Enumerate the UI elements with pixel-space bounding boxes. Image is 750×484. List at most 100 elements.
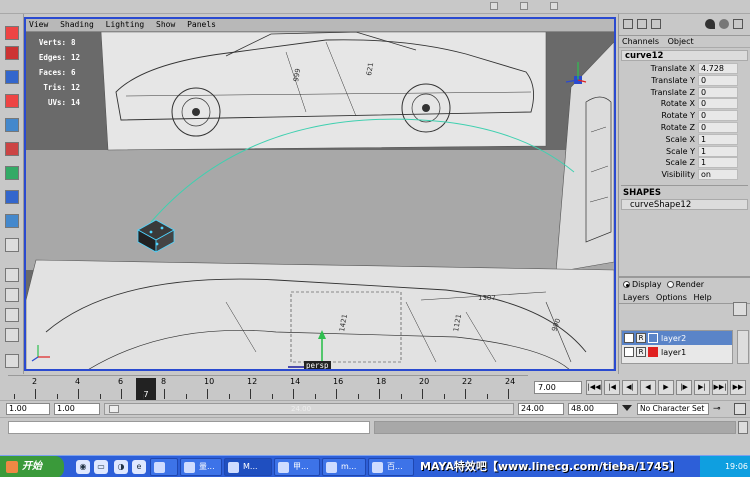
layout-single-icon[interactable] — [5, 268, 19, 282]
folder-icon[interactable]: ▭ — [94, 460, 108, 474]
attr-row[interactable]: Scale Z1 — [619, 157, 750, 169]
layout-four-icon[interactable] — [5, 288, 19, 302]
attr-row[interactable]: Rotate Y0 — [619, 110, 750, 122]
current-frame-field[interactable]: 7.00 — [534, 381, 582, 394]
ie-icon[interactable]: e — [132, 460, 146, 474]
layer-scrollbar[interactable] — [737, 330, 749, 364]
shading-icon[interactable] — [719, 19, 729, 29]
tab-channels[interactable]: Channels — [622, 37, 659, 46]
object-name[interactable]: curve12 — [621, 50, 748, 61]
last-tool-icon[interactable] — [5, 238, 19, 252]
playback-end-field[interactable]: 24.00 — [518, 403, 564, 415]
attr-value[interactable]: 1 — [698, 145, 738, 157]
playback-start-field[interactable]: 1.00 — [54, 403, 100, 415]
display-radio[interactable] — [623, 281, 630, 288]
task-button[interactable]: 甲... — [274, 458, 320, 476]
step-forward-frame-button[interactable]: |▶ — [676, 380, 692, 395]
task-button-maya[interactable]: M... — [224, 458, 272, 476]
status-toggle-icon[interactable] — [550, 2, 558, 10]
attr-value[interactable]: on — [698, 169, 738, 181]
tab-object[interactable]: Object — [668, 37, 694, 46]
play-forwards-button[interactable]: ▶ — [658, 380, 674, 395]
attr-row[interactable]: Translate X 4.728 — [619, 63, 750, 75]
layer-color-swatch[interactable] — [648, 347, 658, 357]
select-tool-icon[interactable] — [5, 26, 19, 40]
attribute-editor-icon[interactable] — [637, 19, 647, 29]
layer-visibility-toggle[interactable] — [624, 347, 634, 357]
panel-options-icon[interactable] — [733, 19, 743, 29]
character-set-menu[interactable]: No Character Set — [637, 403, 709, 415]
menu-lighting[interactable]: Lighting — [106, 20, 145, 29]
layer-render-toggle[interactable]: R — [636, 333, 646, 343]
chevron-down-icon[interactable] — [622, 405, 632, 411]
paint-select-icon[interactable] — [5, 70, 19, 84]
attr-row[interactable]: Rotate Z0 — [619, 121, 750, 134]
menu-show[interactable]: Show — [156, 20, 175, 29]
rotate-tool-icon[interactable] — [5, 118, 19, 132]
attr-row[interactable]: Translate Y0 — [619, 74, 750, 87]
manipulator-icon[interactable] — [5, 166, 19, 180]
soft-mod-icon[interactable] — [5, 190, 19, 204]
render-radio[interactable] — [666, 281, 674, 288]
animation-end-field[interactable]: 48.00 — [568, 403, 618, 415]
time-slider[interactable]: 7 2 4 6 8 10 12 14 16 18 20 22 24 — [8, 375, 528, 400]
scale-tool-icon[interactable] — [5, 142, 19, 156]
shape-name[interactable]: curveShape12 — [621, 198, 748, 210]
layer-row-layer1[interactable]: R layer1 — [622, 345, 732, 359]
menu-options[interactable]: Options — [656, 293, 687, 302]
move-tool-icon[interactable] — [5, 94, 19, 108]
play-backwards-button[interactable]: ◀ — [640, 380, 656, 395]
animation-start-field[interactable]: 1.00 — [6, 403, 50, 415]
status-toggle-icon[interactable] — [520, 2, 528, 10]
attr-row[interactable]: Scale Y1 — [619, 145, 750, 158]
attr-row[interactable]: Translate Z0 — [619, 86, 750, 99]
attr-value[interactable]: 0 — [698, 110, 738, 122]
tool-settings-icon[interactable] — [651, 19, 661, 29]
attr-value[interactable]: 0 — [698, 121, 738, 133]
task-button[interactable]: m... — [322, 458, 366, 476]
step-forward-key-button[interactable]: ▶| — [694, 380, 710, 395]
attr-row[interactable]: Visibility on — [619, 169, 750, 181]
layout-two-icon[interactable] — [5, 308, 19, 322]
start-button[interactable]: 开始 — [0, 456, 64, 478]
current-frame-marker[interactable]: 7 — [136, 378, 156, 400]
menu-view[interactable]: View — [29, 20, 48, 29]
go-to-start-button[interactable]: |◀◀ — [586, 380, 602, 395]
layout-outliner-icon[interactable] — [5, 328, 19, 342]
step-back-frame-button[interactable]: ◀| — [622, 380, 638, 395]
menu-layers[interactable]: Layers — [623, 293, 649, 302]
attr-value[interactable]: 1 — [698, 157, 738, 169]
script-editor-icon[interactable] — [738, 421, 748, 434]
attr-row[interactable]: Scale X1 — [619, 133, 750, 146]
status-toggle-icon[interactable] — [490, 2, 498, 10]
layout-graph-icon[interactable] — [5, 354, 19, 368]
browser-icon[interactable]: ◉ — [76, 460, 90, 474]
show-manipulator-icon[interactable] — [5, 214, 19, 228]
menu-help[interactable]: Help — [693, 293, 711, 302]
layer-color-swatch[interactable] — [648, 333, 658, 343]
render-icon[interactable] — [705, 19, 715, 29]
command-input[interactable] — [8, 421, 370, 434]
scene-view[interactable]: 999 621 1307 1421 1121 990 — [26, 32, 614, 371]
attr-value[interactable]: 4.728 — [698, 63, 738, 74]
layer-row-layer2[interactable]: R layer2 — [622, 331, 732, 345]
animation-prefs-button[interactable]: ▶▶ — [730, 380, 746, 395]
attr-value[interactable]: 0 — [698, 74, 738, 86]
step-back-key-button[interactable]: |◀ — [604, 380, 620, 395]
task-button[interactable] — [150, 458, 178, 476]
task-button[interactable]: 百... — [368, 458, 414, 476]
persp-viewport[interactable]: View Shading Lighting Show Panels 999 62… — [24, 17, 616, 371]
key-icon[interactable]: ⊸ — [713, 403, 729, 415]
task-button[interactable]: 量... — [180, 458, 222, 476]
attr-value[interactable]: 1 — [698, 133, 738, 145]
attr-row[interactable]: Rotate X0 — [619, 98, 750, 110]
media-icon[interactable]: ◑ — [114, 460, 128, 474]
range-slider[interactable]: 24.00 — [104, 403, 514, 415]
layer-render-toggle[interactable]: R — [636, 347, 646, 357]
channel-box-icon[interactable] — [623, 19, 633, 29]
attr-value[interactable]: 0 — [698, 86, 738, 98]
menu-shading[interactable]: Shading — [60, 20, 94, 29]
new-layer-icon[interactable] — [733, 302, 747, 316]
layer-visibility-toggle[interactable] — [624, 333, 634, 343]
auto-key-icon[interactable] — [734, 403, 746, 415]
